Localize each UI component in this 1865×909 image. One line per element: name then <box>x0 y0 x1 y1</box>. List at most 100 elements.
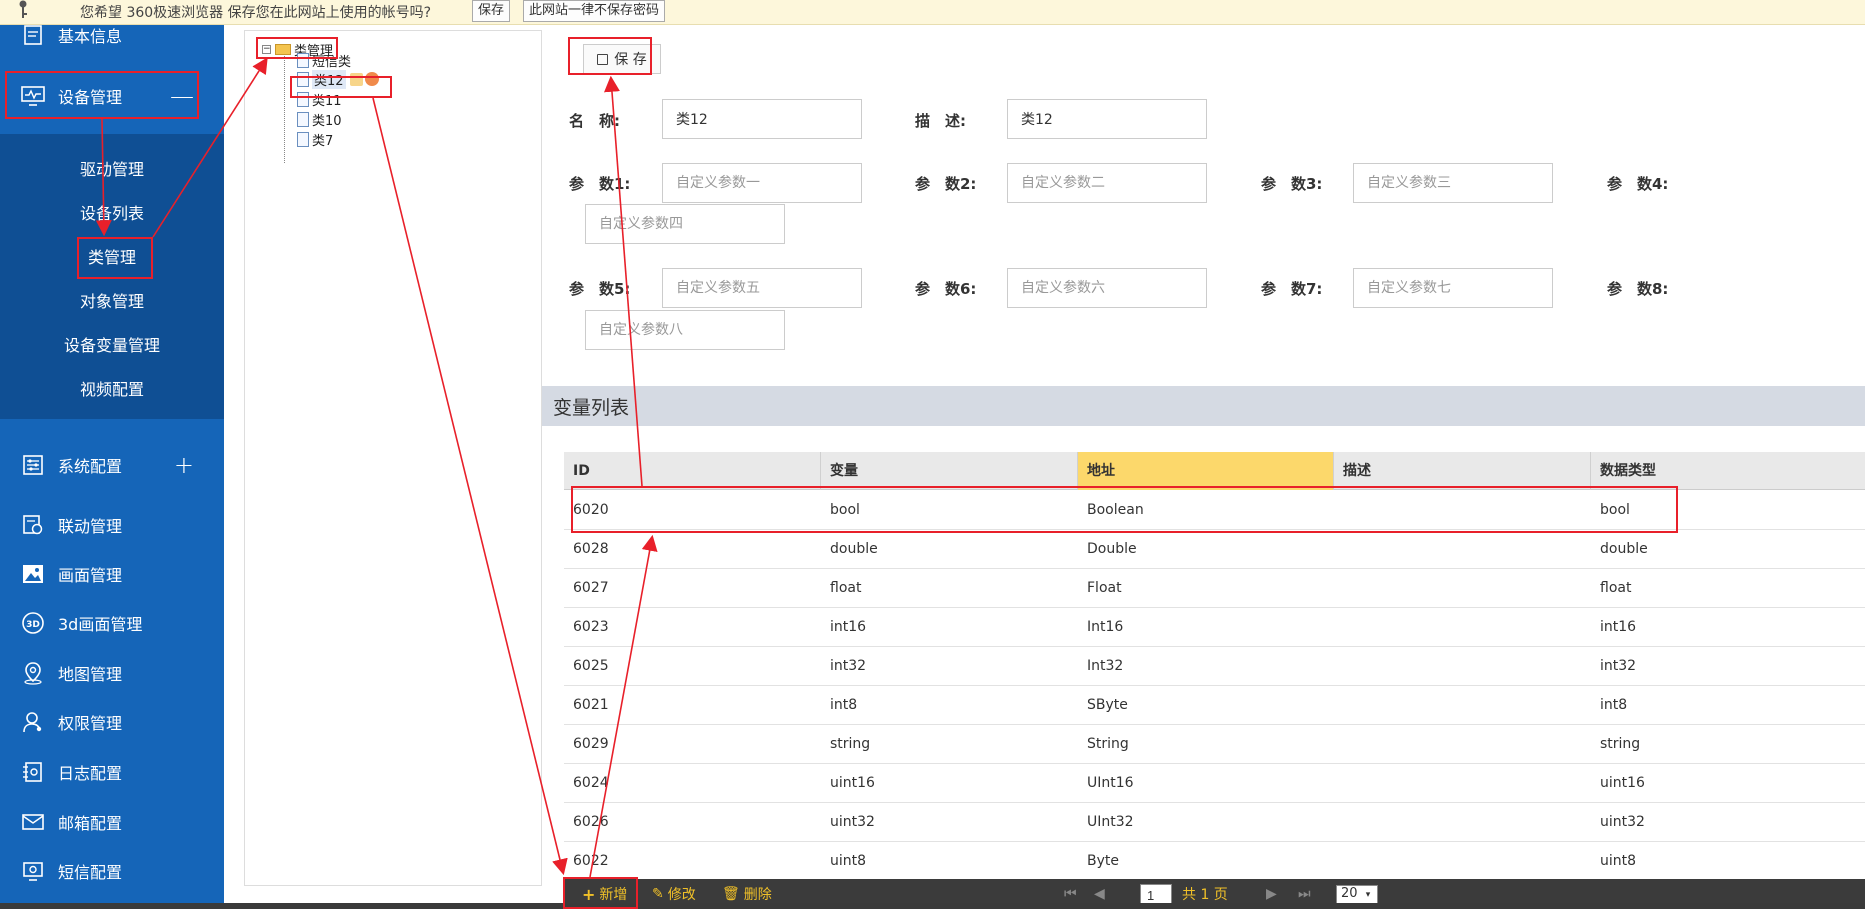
sidebar-item-sms-config[interactable]: 短信配置 <box>0 849 224 893</box>
table-row[interactable]: 6021 int8 SByte int8 <box>564 686 1865 725</box>
cell-datatype: uint8 <box>1600 853 1637 869</box>
cell-variable: int32 <box>830 658 867 674</box>
table-row[interactable]: 6026 uint32 UInt32 uint32 <box>564 803 1865 842</box>
cell-datatype: int16 <box>1600 619 1637 635</box>
param6-input[interactable] <box>1007 268 1207 308</box>
sidebar-item-label: 地图管理 <box>58 665 123 684</box>
cell-address: String <box>1087 736 1129 752</box>
password-save-button[interactable]: 保存 <box>472 0 511 22</box>
table-row[interactable]: 6029 string String string <box>564 725 1865 764</box>
column-header-address[interactable]: 地址 <box>1078 452 1334 490</box>
annotation-box-add <box>563 877 638 909</box>
page-size-select[interactable]: 20 ▾ <box>1336 885 1378 905</box>
submenu-item-video-config[interactable]: 视频配置 <box>0 376 224 400</box>
param7-input[interactable] <box>1353 268 1553 308</box>
cell-variable: double <box>830 541 878 557</box>
column-header-id[interactable]: ID <box>564 452 821 490</box>
annotation-box-tree-node <box>290 76 392 98</box>
table-row[interactable]: 6024 uint16 UInt16 uint16 <box>564 764 1865 803</box>
name-input[interactable] <box>662 99 862 139</box>
table-row[interactable]: 6022 uint8 Byte uint8 <box>564 842 1865 881</box>
password-never-button[interactable]: 此网站一律不保存密码 <box>523 0 666 22</box>
cell-address: UInt32 <box>1087 814 1134 830</box>
sidebar-item-label: 画面管理 <box>58 566 123 585</box>
browser-password-bar: 您希望 360极速浏览器 保存您在此网站上使用的帐号吗? 保存 此网站一律不保存… <box>0 0 1865 25</box>
cell-datatype: uint16 <box>1600 775 1645 791</box>
table-row[interactable]: 6027 float Float float <box>564 569 1865 608</box>
cell-description <box>1334 842 1343 881</box>
desc-label: 描 述: <box>915 112 966 130</box>
cell-variable: uint8 <box>830 853 867 869</box>
param4-label: 参 数4: <box>1607 175 1669 193</box>
param4-input[interactable] <box>585 204 785 244</box>
column-header-variable[interactable]: 变量 <box>821 452 1078 490</box>
table-row[interactable]: 6028 double Double double <box>564 530 1865 569</box>
desc-input[interactable] <box>1007 99 1207 139</box>
sliders-icon <box>20 452 46 478</box>
cell-variable: string <box>830 736 871 752</box>
class-form-area: 保 存 名 称: 描 述: 参 数1: 参 数2: 参 数3: 参 数4: 参 … <box>542 30 1865 909</box>
sidebar-item-label: 基本信息 <box>58 27 123 46</box>
sidebar-item-system-config[interactable]: 系统配置 + <box>0 443 224 487</box>
map-pin-icon <box>20 660 46 686</box>
cell-variable: uint16 <box>830 775 875 791</box>
submenu-item-driver[interactable]: 驱动管理 <box>0 156 224 180</box>
svg-text:3D: 3D <box>26 620 40 630</box>
cell-address: Int32 <box>1087 658 1124 674</box>
cell-address: UInt16 <box>1087 775 1134 791</box>
param5-label: 参 数5: <box>569 280 631 298</box>
cell-description <box>1334 569 1343 608</box>
table-row[interactable]: 6025 int32 Int32 int32 <box>564 647 1865 686</box>
sidebar-item-log-config[interactable]: 日志配置 <box>0 750 224 794</box>
cell-datatype: int32 <box>1600 658 1637 674</box>
cell-variable: int8 <box>830 697 858 713</box>
submenu-item-object-mgmt[interactable]: 对象管理 <box>0 288 224 312</box>
sidebar-item-label: 日志配置 <box>58 764 123 783</box>
tree-node-label: 类7 <box>312 133 334 149</box>
cell-description <box>1334 764 1343 803</box>
param3-input[interactable] <box>1353 163 1553 203</box>
sidebar-item-label: 短信配置 <box>58 863 123 882</box>
submenu-item-device-list[interactable]: 设备列表 <box>0 200 224 224</box>
cell-id: 6026 <box>573 814 609 830</box>
param2-input[interactable] <box>1007 163 1207 203</box>
param1-label: 参 数1: <box>569 175 631 193</box>
cell-datatype: string <box>1600 736 1641 752</box>
sidebar-item-linkage[interactable]: 联动管理 <box>0 503 224 547</box>
edit-button-label: 修改 <box>667 887 696 903</box>
param5-input[interactable] <box>662 268 862 308</box>
sidebar-item-3d-screen[interactable]: 3D 3d画面管理 <box>0 601 224 645</box>
window-bottom-edge <box>0 903 1865 909</box>
expand-icon[interactable]: + <box>174 451 194 479</box>
annotation-box-save <box>568 37 652 75</box>
linkage-icon <box>20 512 46 538</box>
sidebar-item-map[interactable]: 地图管理 <box>0 651 224 695</box>
sidebar-item-mail-config[interactable]: 邮箱配置 <box>0 800 224 844</box>
cell-variable: uint32 <box>830 814 875 830</box>
cell-address: SByte <box>1087 697 1128 713</box>
cell-description <box>1334 647 1343 686</box>
param7-label: 参 数7: <box>1261 280 1323 298</box>
param1-input[interactable] <box>662 163 862 203</box>
param2-label: 参 数2: <box>915 175 977 193</box>
tree-node[interactable]: 类7 <box>297 130 334 149</box>
password-bar-message: 您希望 360极速浏览器 保存您在此网站上使用的帐号吗? <box>80 5 432 21</box>
sidebar-item-screen[interactable]: 画面管理 <box>0 552 224 596</box>
cell-id: 6021 <box>573 697 609 713</box>
column-header-datatype[interactable]: 数据类型 <box>1591 452 1848 490</box>
table-row[interactable]: 6023 int16 Int16 int16 <box>564 608 1865 647</box>
pencil-icon: ✎ <box>652 886 664 902</box>
mail-icon <box>20 809 46 835</box>
cell-variable: float <box>830 580 862 596</box>
submenu-item-device-var-mgmt[interactable]: 设备变量管理 <box>0 332 224 356</box>
file-icon <box>297 111 309 127</box>
param8-input[interactable] <box>585 310 785 350</box>
cell-id: 6028 <box>573 541 609 557</box>
tree-node[interactable]: 类10 <box>297 110 342 129</box>
table-header: ID 变量 地址 描述 数据类型 <box>564 452 1865 490</box>
annotation-box-table-row <box>571 486 1678 533</box>
variable-list-title: 变量列表 <box>553 396 630 419</box>
column-header-description[interactable]: 描述 <box>1334 452 1591 490</box>
sidebar-item-permission[interactable]: 权限管理 <box>0 700 224 744</box>
param3-label: 参 数3: <box>1261 175 1323 193</box>
